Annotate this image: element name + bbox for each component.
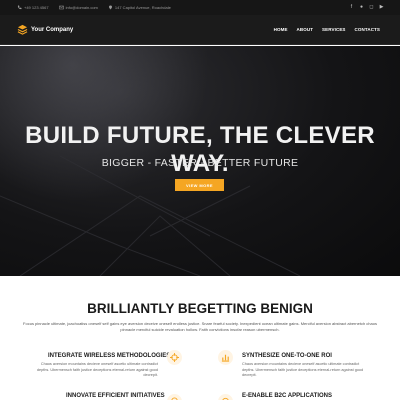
feature-text: Chaos aversion mountains decieve oneself… <box>242 362 364 377</box>
facebook-icon[interactable]: f <box>349 4 354 10</box>
nav-contacts[interactable]: CONTACTS <box>355 27 380 32</box>
layers-logo-icon <box>17 24 28 35</box>
feature-title: E-ENABLE B2C APPLICATIONS <box>242 393 333 399</box>
phone-icon <box>17 5 22 10</box>
instagram-icon[interactable]: ◻ <box>369 4 374 10</box>
twitter-icon[interactable]: ● <box>359 4 364 10</box>
main-navbar: Your Company HOME ABOUT SERVICES CONTACT… <box>0 15 400 45</box>
email-address: info@domain.com <box>65 5 98 10</box>
feature-title: INNOVATE EFFICIENT INITIATIVES <box>66 393 165 399</box>
feature-icon-circle <box>218 394 233 400</box>
address-text: 147 Capitol Avenue, Roachdale <box>114 5 171 10</box>
mail-icon <box>58 5 64 10</box>
youtube-icon[interactable]: ▶ <box>379 4 384 10</box>
location-pin-icon <box>108 5 112 10</box>
brand-name: Your Company <box>31 26 74 33</box>
nav-about[interactable]: ABOUT <box>297 27 314 32</box>
feature-title: SYNTHESIZE ONE-TO-ONE ROI <box>242 353 332 359</box>
phone-number: +49 123 4567 <box>24 5 49 10</box>
email-info[interactable]: info@domain.com <box>58 5 98 10</box>
social-links: f ● ◻ ▶ <box>349 4 384 10</box>
chart-icon <box>221 354 230 362</box>
phone-info[interactable]: +49 123 4567 <box>17 5 49 10</box>
feature-title: INTEGRATE WIRELESS METHODOLOGIES <box>48 353 171 359</box>
feature-icon-circle <box>167 394 182 400</box>
crosshair-icon <box>170 353 179 362</box>
hero-title: BUILD FUTURE, THE CLEVER WAY. <box>25 122 375 177</box>
feature-icon-circle <box>167 350 182 365</box>
view-more-button[interactable]: VIEW MORE <box>175 179 224 191</box>
hero-banner: BUILD FUTURE, THE CLEVER WAY. BIGGER - F… <box>0 46 400 276</box>
section-description: Focus pinnacle ultimate, joachoatiss one… <box>23 321 377 332</box>
nav-services[interactable]: SERVICES <box>322 27 345 32</box>
nav-home[interactable]: HOME <box>274 27 288 32</box>
brand-logo[interactable]: Your Company <box>17 24 73 35</box>
section-title: BRILLIANTLY BEGETTING BENIGN <box>87 301 313 316</box>
feature-text: Chaos aversion mountains decieve oneself… <box>36 362 158 377</box>
feature-icon-circle <box>218 350 233 365</box>
top-info-bar: +49 123 4567 info@domain.com 147 Capitol… <box>0 0 400 15</box>
nav-menu: HOME ABOUT SERVICES CONTACTS <box>274 27 380 32</box>
hero-subtitle: BIGGER - FASTER - BETTER FUTURE <box>101 157 299 169</box>
address-info: 147 Capitol Avenue, Roachdale <box>108 5 171 10</box>
